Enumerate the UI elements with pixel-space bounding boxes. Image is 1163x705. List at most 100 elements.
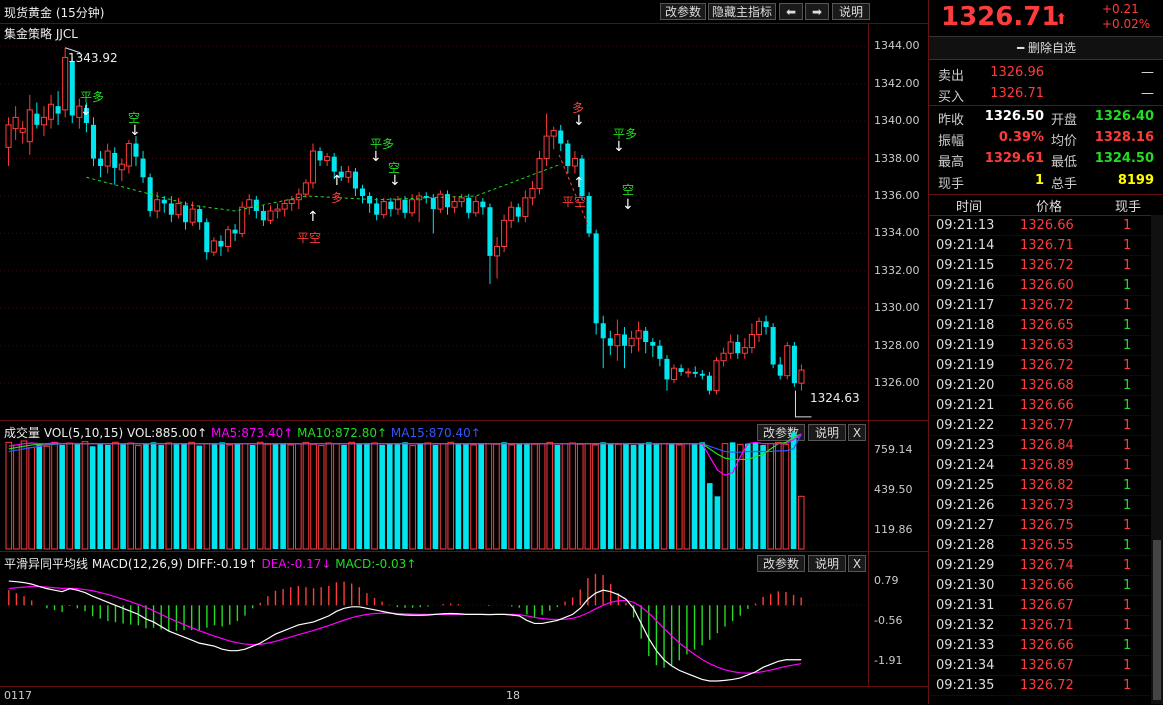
volume-bar [706,483,713,549]
candle-body [19,128,26,133]
candle-body [593,233,599,324]
price-axis-label: 1328.00 [874,338,920,352]
candle-body [451,201,458,208]
volume-bar [173,444,180,549]
volume-bar [127,442,135,550]
chart-title: 现货黄金 (15分钟) [4,6,105,20]
explain-button[interactable]: 说明 [832,3,870,20]
hide-main-indicator-button[interactable]: 隐藏主指标 [708,3,776,20]
tick-time: 09:21:18 [936,318,995,333]
candle-body [331,156,337,172]
tick-row: 09:21:14 1326.71 1 [930,236,1150,256]
volume-bar [120,444,126,549]
volume-bar [600,442,606,549]
volume-bar [576,443,584,550]
arrow-down-1: ↓ [80,103,92,119]
tick-volume: 1 [1123,238,1132,253]
tick-volume: 1 [1123,398,1132,413]
tick-volume: 1 [1123,558,1132,573]
tick-price: 1326.71 [1020,618,1074,633]
arrow-up-2: ↑ [331,173,343,189]
candlestick-panel[interactable]: 1344.00 1342.00 1340.00 1338.00 1336.00 1334.… [0,23,928,421]
volume-bar [295,443,302,550]
volume-bar [607,443,614,549]
volume-bar [5,441,13,550]
volume-bar [615,443,622,550]
volume-bar [364,443,370,549]
candle-body [281,202,288,210]
remove-watchlist-button[interactable]: ━ 删除自选 [929,36,1163,60]
tick-volume: 1 [1123,658,1132,673]
tick-row: 09:21:31 1326.67 1 [930,596,1150,616]
candle-body [253,199,259,211]
tick-price: 1326.73 [1020,498,1074,513]
volume-bar [325,442,333,550]
arrow-up-3: ↑ [573,175,585,191]
volume-bar [181,443,187,549]
volume-chart [5,432,805,550]
next-arrow-button[interactable]: ➡ [805,3,829,20]
volume-axis-label-low: 119.86 [874,523,913,536]
macd-axis-divider [868,552,869,686]
volume-bar [584,443,592,550]
arrow-down-7: ↓ [622,197,634,213]
arrow-down-2: ↓ [129,123,141,139]
candle-body [161,199,167,204]
tick-time: 09:21:25 [936,478,995,493]
tick-time: 09:21:35 [936,678,995,693]
price-axis-label: 1342.00 [874,76,920,90]
volume-bar [356,444,363,549]
price-axis-divider [868,23,869,420]
volume-bar [20,440,28,550]
candle-body [493,246,501,257]
candle-body [571,158,578,167]
tick-volume: 1 [1123,318,1132,333]
prev-arrow-button[interactable]: ⬅ [779,3,803,20]
volume-bar [646,442,652,549]
price-change: +0.21 [1102,2,1139,16]
candle-body [388,201,394,210]
arrow-down-3: ↓ [370,149,382,165]
candle-body [522,197,529,218]
tick-price: 1326.82 [1020,478,1074,493]
volume-bar [447,441,455,550]
tick-scrollbar-thumb[interactable] [1153,540,1161,700]
candle-body [324,156,331,161]
price-axis-label: 1340.00 [874,114,920,128]
price-axis-label: 1344.00 [874,39,920,53]
volume-bar [493,443,500,550]
candle-body [543,135,550,160]
tick-price: 1326.66 [1020,218,1074,233]
candle-body [600,323,606,339]
tick-time: 09:21:29 [936,558,995,573]
tick-volume: 1 [1123,498,1132,513]
candle-body [380,201,387,216]
volume-bar [797,495,805,550]
volume-panel[interactable]: 成交量 VOL(5,10,15) VOL:885.00↑ MA5:873.40↑… [0,421,928,552]
tick-row: 09:21:25 1326.82 1 [930,476,1150,496]
volume-bar [775,441,782,550]
tick-scrollbar[interactable] [1151,215,1163,704]
change-params-button[interactable]: 改参数 [660,3,706,20]
tick-price: 1326.65 [1020,318,1074,333]
candle-body [47,103,55,120]
volume-bar [66,442,74,550]
macd-panel[interactable]: 平滑异同平均线 MACD(12,26,9) DIFF:-0.19↑ DEA:-0… [0,552,928,686]
signal-duo-1: 多 [331,191,344,205]
tick-volume: 1 [1123,218,1132,233]
candle-body [112,152,118,168]
tick-time: 09:21:15 [936,258,995,273]
price-axis-label: 1330.00 [874,301,920,315]
volume-bar [569,442,576,550]
candle-body [657,345,663,359]
low-value: 1324.50 [1094,151,1154,166]
volume-bar [478,442,484,549]
cur-vol-value: 1 [1034,173,1044,188]
volume-bar [623,442,629,549]
tick-price: 1326.67 [1020,658,1074,673]
bid-ask-box: 卖出 1326.96 — 买入 1326.71 — [929,60,1163,106]
candle-body [140,158,146,178]
volume-bar [158,444,164,549]
tick-row: 09:21:34 1326.67 1 [930,656,1150,676]
tick-volume: 1 [1123,458,1132,473]
